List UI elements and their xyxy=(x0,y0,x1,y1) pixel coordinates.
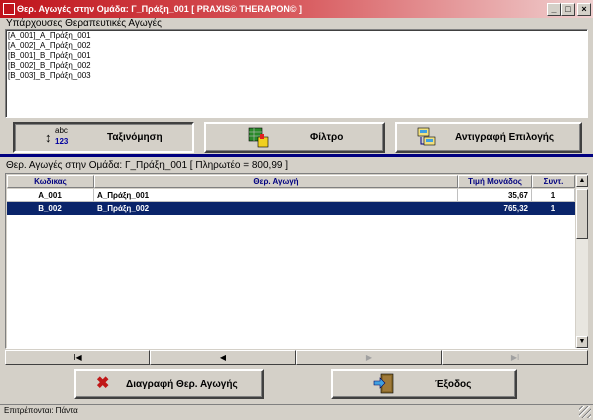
delete-therapy-label: Διαγραφή Θερ. Αγωγής xyxy=(126,379,238,390)
delete-therapy-button[interactable]: ✖ Διαγραφή Θερ. Αγωγής xyxy=(74,369,264,399)
close-icon: × xyxy=(581,4,587,14)
filter-label: Φίλτρο xyxy=(310,132,344,143)
status-text: Επιτρέπονται: Πάντα xyxy=(4,406,78,415)
cell-price[interactable]: 765,32 xyxy=(458,202,532,215)
window-title: Θερ. Αγωγές στην Ομάδα: Γ_Πράξη_001 [ PR… xyxy=(17,4,303,14)
close-button[interactable]: × xyxy=(577,3,591,16)
list-item[interactable]: [B_002]_B_Πράξη_002 xyxy=(8,61,585,71)
cell-coef[interactable]: 1 xyxy=(532,202,575,215)
sort-button[interactable]: ↕ abc 123 Ταξινόμηση xyxy=(13,122,194,153)
copy-selection-label: Αντιγραφή Επιλογής xyxy=(455,132,555,143)
cell-code[interactable]: B_002 xyxy=(7,202,94,215)
scroll-down-icon[interactable]: ▼ xyxy=(576,336,588,348)
grid-vertical-scrollbar[interactable]: ▲ ▼ xyxy=(576,175,588,348)
cell-price[interactable]: 35,67 xyxy=(458,189,532,202)
resize-grip-icon[interactable] xyxy=(579,406,591,418)
maximize-button[interactable]: □ xyxy=(561,3,575,16)
cell-code[interactable]: A_001 xyxy=(7,189,94,202)
delete-x-icon: ✖ xyxy=(96,375,110,392)
nav-last-button[interactable]: ▶I xyxy=(442,350,588,365)
scroll-up-icon[interactable]: ▲ xyxy=(576,175,588,187)
sort-abc-icon: abc xyxy=(55,126,68,135)
minimize-button[interactable]: _ xyxy=(547,3,561,16)
section-divider xyxy=(0,154,593,157)
maximize-icon: □ xyxy=(565,4,571,14)
window-title-bar[interactable]: Θερ. Αγωγές στην Ομάδα: Γ_Πράξη_001 [ PR… xyxy=(0,0,593,18)
list-item[interactable]: [A_002]_A_Πράξη_002 xyxy=(8,41,585,51)
scroll-thumb[interactable] xyxy=(576,189,588,239)
column-header-coef[interactable]: Συντ. xyxy=(532,175,575,188)
minimize-icon: _ xyxy=(551,4,557,14)
filter-icon xyxy=(248,127,269,148)
app-icon[interactable] xyxy=(3,3,15,15)
sort-123-icon: 123 xyxy=(55,137,69,146)
status-bar xyxy=(0,404,593,420)
existing-therapies-list[interactable]: [A_001]_A_Πράξη_001 [A_002]_A_Πράξη_002 … xyxy=(5,29,588,118)
exit-button[interactable]: Έξοδος xyxy=(331,369,517,399)
grid-body: A_001 A_Πράξη_001 35,67 1 B_002 B_Πράξη_… xyxy=(7,189,575,348)
sort-arrow-icon: ↕ xyxy=(45,130,52,145)
column-header-code[interactable]: Κωδικας xyxy=(7,175,94,188)
exit-label: Έξοδος xyxy=(435,379,472,390)
nav-next-button[interactable]: ▶ xyxy=(296,350,442,365)
group-therapies-label: Θερ. Αγωγές στην Ομάδα: Γ_Πράξη_001 [ Πλ… xyxy=(6,160,288,171)
record-navigator: I◀ ◀ ▶ ▶I xyxy=(5,350,588,365)
list-item[interactable]: [B_003]_B_Πράξη_003 xyxy=(8,71,585,81)
therapies-grid[interactable]: Κωδικας Θερ. Αγωγή Τιμή Μονάδος Συντ. A_… xyxy=(5,173,588,349)
column-header-therapy[interactable]: Θερ. Αγωγή xyxy=(94,175,458,188)
list-item[interactable]: [B_001]_B_Πράξη_001 xyxy=(8,51,585,61)
copy-icon xyxy=(417,127,436,146)
cell-therapy[interactable]: A_Πράξη_001 xyxy=(94,189,458,202)
existing-therapies-label: Υπάρχουσες Θεραπευτικές Αγωγές xyxy=(6,18,162,29)
sort-label: Ταξινόμηση xyxy=(107,132,163,143)
cell-coef[interactable]: 1 xyxy=(532,189,575,202)
filter-button[interactable]: Φίλτρο xyxy=(204,122,385,153)
list-item[interactable]: [A_001]_A_Πράξη_001 xyxy=(8,31,585,41)
nav-prev-button[interactable]: ◀ xyxy=(150,350,296,365)
nav-first-button[interactable]: I◀ xyxy=(5,350,150,365)
exit-door-icon xyxy=(373,373,394,394)
column-header-price[interactable]: Τιμή Μονάδος xyxy=(458,175,532,188)
cell-therapy[interactable]: B_Πράξη_002 xyxy=(94,202,458,215)
copy-selection-button[interactable]: Αντιγραφή Επιλογής xyxy=(395,122,582,153)
